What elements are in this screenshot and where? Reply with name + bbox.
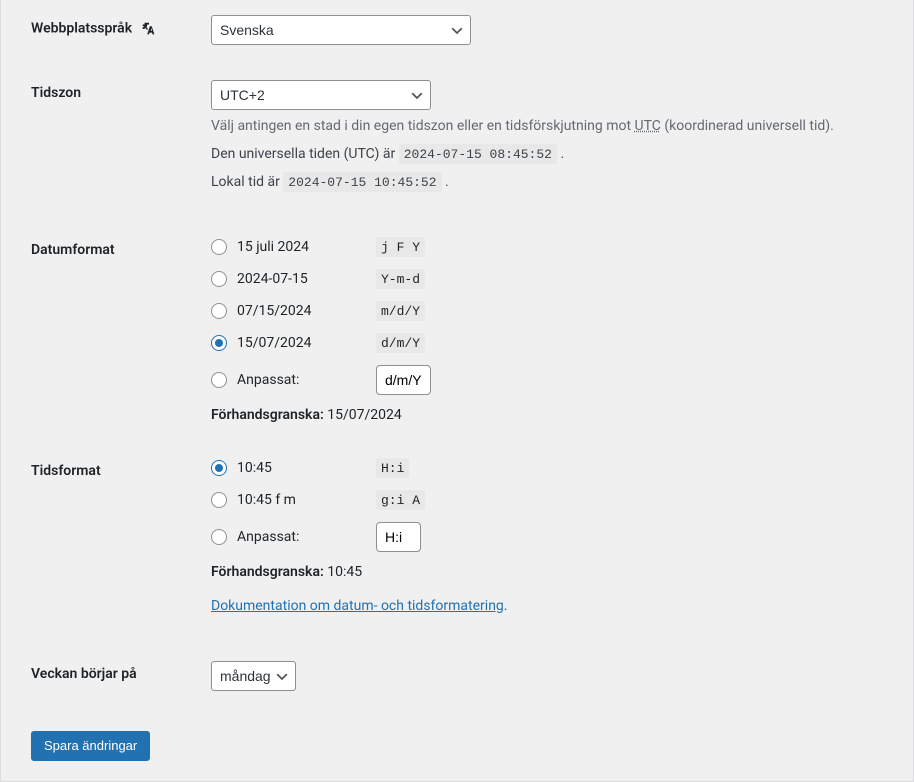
week-start-label: Veckan börjar på [1, 646, 201, 711]
date-format-radio-4[interactable] [211, 335, 227, 351]
time-format-label: Tidsformat [1, 443, 201, 646]
week-start-select[interactable]: måndag [211, 661, 296, 691]
date-format-label: Datumformat [1, 222, 201, 443]
site-language-label: Webbplatsspråk [1, 0, 201, 65]
time-format-code-2: g:i A [376, 490, 425, 510]
utc-time-row: Den universella tiden (UTC) är 2024-07-1… [211, 146, 903, 162]
date-format-radio-custom[interactable] [211, 372, 227, 388]
time-format-custom-input[interactable] [376, 522, 421, 552]
date-format-option-1[interactable]: 15 juli 2024 [211, 239, 376, 255]
date-format-preview: Förhandsgranska: 15/07/2024 [211, 407, 903, 423]
date-format-radio-2[interactable] [211, 271, 227, 287]
local-time-row: Lokal tid är 2024-07-15 10:45:52 . [211, 174, 903, 190]
date-format-code-1: j F Y [376, 237, 425, 257]
date-format-code-2: Y-m-d [376, 269, 425, 289]
timezone-label: Tidszon [1, 65, 201, 222]
time-format-code-1: H:i [376, 458, 409, 478]
date-format-custom-option[interactable]: Anpassat: [211, 372, 376, 388]
time-format-custom-option[interactable]: Anpassat: [211, 529, 376, 545]
site-language-select[interactable]: Svenska [211, 15, 471, 45]
date-format-custom-input[interactable] [376, 365, 431, 395]
date-format-code-4: d/m/Y [376, 333, 425, 353]
datetime-doc-link[interactable]: Dokumentation om datum- och tidsformater… [211, 598, 504, 614]
translate-icon [140, 20, 158, 38]
time-format-preview: Förhandsgranska: 10:45 [211, 564, 903, 580]
date-format-radio-3[interactable] [211, 303, 227, 319]
time-format-radio-2[interactable] [211, 492, 227, 508]
time-format-option-1[interactable]: 10:45 [211, 460, 376, 476]
date-format-code-3: m/d/Y [376, 301, 425, 321]
date-format-option-2[interactable]: 2024-07-15 [211, 271, 376, 287]
time-format-radio-custom[interactable] [211, 529, 227, 545]
timezone-description: Välj antingen en stad i din egen tidszon… [211, 118, 903, 134]
time-format-radio-1[interactable] [211, 460, 227, 476]
time-format-option-2[interactable]: 10:45 f m [211, 492, 376, 508]
timezone-select[interactable]: UTC+2 [211, 80, 431, 110]
date-format-radio-1[interactable] [211, 239, 227, 255]
date-format-option-3[interactable]: 07/15/2024 [211, 303, 376, 319]
date-format-option-4[interactable]: 15/07/2024 [211, 335, 376, 351]
